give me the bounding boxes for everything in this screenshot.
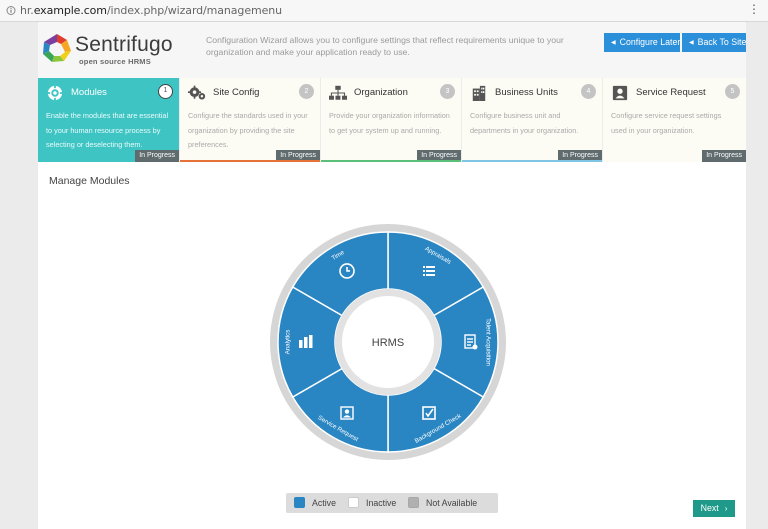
logo-name: Sentrifugo (75, 33, 173, 56)
service-desk-icon (612, 85, 628, 101)
legend-swatch-not-available (408, 497, 419, 508)
step-number: 5 (725, 84, 740, 99)
org-chart-icon (329, 85, 347, 100)
step-title: Site Config (213, 87, 260, 98)
arrow-left-icon: ◀ (689, 40, 694, 46)
browser-menu-icon[interactable]: ⋮ (748, 2, 760, 16)
step-service-request[interactable]: Service Request 5 Configure service requ… (602, 78, 746, 162)
list-icon (423, 265, 435, 276)
arrow-left-icon: ◀ (611, 40, 616, 46)
step-number: 1 (158, 84, 173, 99)
module-legend: Active Inactive Not Available (286, 493, 498, 513)
module-segment-label: Talent Acquisition (484, 318, 491, 366)
step-organization[interactable]: Organization 3 Provide your organization… (320, 78, 462, 162)
step-description: Configure service request settings used … (611, 111, 722, 135)
step-site-config[interactable]: Site Config 2 Configure the standards us… (179, 78, 321, 162)
wizard-intro-text: Configuration Wizard allows you to confi… (206, 35, 564, 57)
legend-swatch-active (294, 497, 305, 508)
step-title: Service Request (636, 87, 706, 98)
step-number: 4 (581, 84, 596, 99)
url-text[interactable]: hr.example.com/index.php/wizard/manageme… (20, 4, 282, 17)
step-business-units[interactable]: Business Units 4 Configure business unit… (461, 78, 603, 162)
logo-mark-icon (43, 34, 71, 62)
step-status-badge: In Progress (702, 150, 746, 162)
step-title: Business Units (495, 87, 558, 98)
module-segment-label: Analytics (285, 330, 292, 355)
next-button[interactable]: Next › (693, 500, 735, 517)
manage-modules-panel: Manage Modules Appraisals Talent Acquisit… (38, 162, 746, 529)
back-to-site-button[interactable]: ◀ Back To Site (682, 33, 746, 52)
legend-swatch-inactive (348, 497, 359, 508)
legend-label-inactive: Inactive (366, 498, 397, 508)
wheel-center-label: HRMS (372, 337, 404, 349)
configure-later-button[interactable]: ◀ Configure Later (604, 33, 680, 52)
gears-icon (188, 85, 206, 100)
step-modules[interactable]: Modules 1 Enable the modules that are es… (38, 78, 179, 162)
gear-icon (47, 85, 63, 101)
page-header: Sentrifugo open source HRMS Configuratio… (38, 22, 746, 78)
step-number: 2 (299, 84, 314, 99)
wizard-page: Sentrifugo open source HRMS Configuratio… (38, 22, 746, 529)
step-title: Modules (71, 87, 107, 98)
step-number: 3 (440, 84, 455, 99)
legend-label-not-available: Not Available (426, 498, 478, 508)
logo-tagline: open source HRMS (79, 57, 151, 66)
step-description: Enable the modules that are essential to… (46, 111, 169, 149)
module-wheel: AppraisalsTalent AcquisitionBackground C… (270, 224, 506, 460)
info-icon[interactable] (6, 5, 16, 16)
building-icon (472, 85, 486, 101)
page-title: Manage Modules (49, 175, 130, 187)
step-description: Configure the standards used in your org… (188, 111, 308, 149)
step-status-badge: In Progress (135, 150, 179, 162)
step-description: Configure business unit and departments … (470, 111, 579, 135)
legend-label-active: Active (312, 498, 336, 508)
chevron-right-icon: › (724, 504, 728, 513)
step-title: Organization (354, 87, 408, 98)
wizard-steps: Modules 1 Enable the modules that are es… (38, 78, 746, 162)
sentrifugo-logo[interactable]: Sentrifugo open source HRMS (40, 32, 180, 72)
step-description: Provide your organization information to… (329, 111, 450, 135)
browser-url-bar[interactable]: hr.example.com/index.php/wizard/manageme… (0, 0, 768, 22)
